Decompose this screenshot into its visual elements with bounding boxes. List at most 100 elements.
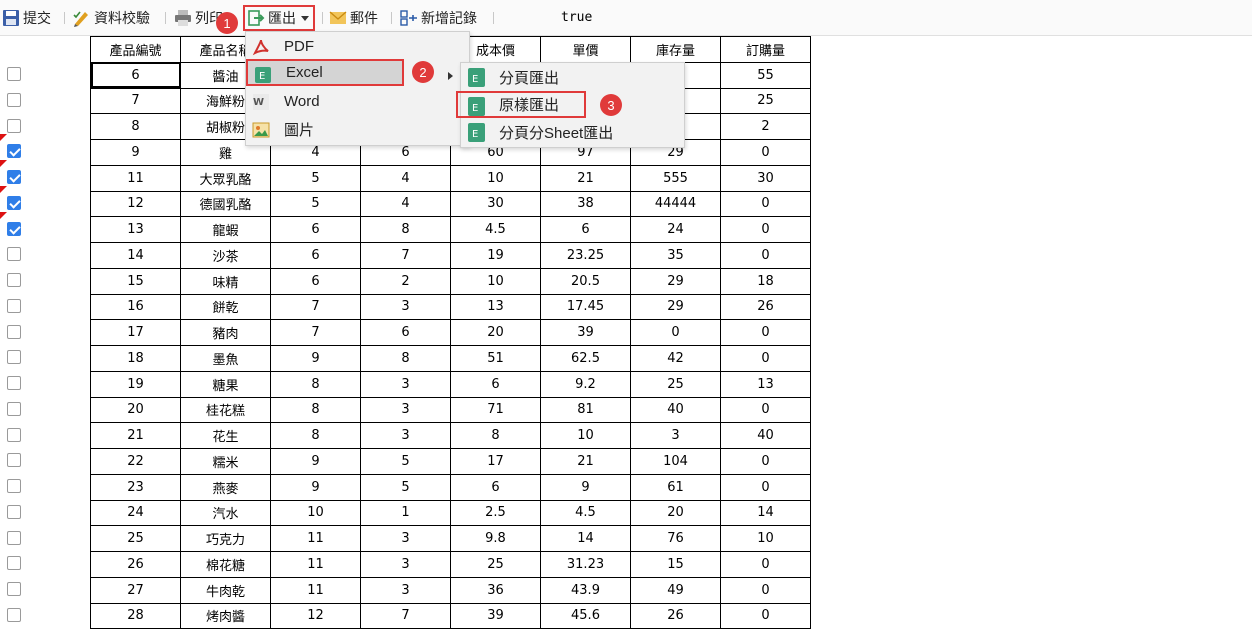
unit-price-cell[interactable]: 14 (540, 525, 631, 552)
row-checkbox[interactable] (7, 453, 21, 468)
order-qty-cell[interactable]: 25 (720, 87, 811, 115)
product-name-cell[interactable]: 巧克力 (180, 525, 271, 552)
row-checkbox[interactable] (7, 298, 21, 313)
row-checkbox[interactable] (7, 221, 21, 236)
unit-price-cell[interactable]: 31.23 (540, 551, 631, 578)
table-cell[interactable]: 6 (360, 319, 451, 346)
table-cell[interactable]: 10 (270, 499, 361, 527)
table-cell[interactable]: 5 (360, 473, 451, 501)
product-id-cell[interactable]: 8 (90, 113, 181, 140)
stock-cell[interactable]: 555 (630, 164, 721, 192)
product-id-cell[interactable]: 14 (90, 242, 181, 269)
cost-price-cell[interactable]: 25 (450, 551, 541, 578)
table-cell[interactable]: 6 (270, 216, 361, 243)
order-qty-cell[interactable]: 0 (720, 576, 811, 604)
menu-item-export-as-is[interactable]: E 原樣匯出 (456, 91, 586, 118)
cost-price-cell[interactable]: 39 (450, 602, 541, 630)
product-name-cell[interactable]: 沙茶 (180, 242, 271, 269)
cost-price-cell[interactable]: 36 (450, 576, 541, 604)
order-qty-cell[interactable]: 0 (720, 319, 811, 346)
order-qty-cell[interactable]: 30 (720, 164, 811, 192)
unit-price-cell[interactable]: 23.25 (540, 242, 631, 269)
table-cell[interactable]: 8 (360, 216, 451, 243)
product-name-cell[interactable]: 糯米 (180, 448, 271, 475)
menu-item-word[interactable]: W Word (246, 88, 469, 115)
cost-price-cell[interactable]: 6 (450, 370, 541, 398)
product-id-cell[interactable]: 13 (90, 216, 181, 243)
product-name-cell[interactable]: 墨魚 (180, 345, 271, 372)
table-cell[interactable]: 7 (270, 319, 361, 346)
product-name-cell[interactable]: 糖果 (180, 370, 271, 398)
order-qty-cell[interactable]: 0 (720, 190, 811, 218)
stock-cell[interactable]: 3 (630, 422, 721, 449)
row-checkbox[interactable] (7, 67, 21, 81)
row-checkbox[interactable] (7, 504, 21, 519)
table-cell[interactable]: 11 (270, 576, 361, 604)
product-id-cell[interactable]: 17 (90, 319, 181, 346)
product-name-cell[interactable]: 德國乳酪 (180, 190, 271, 218)
menu-item-excel[interactable]: E Excel (246, 59, 404, 86)
row-checkbox[interactable] (7, 556, 21, 571)
product-id-cell[interactable]: 22 (90, 448, 181, 475)
order-qty-cell[interactable]: 2 (720, 113, 811, 140)
stock-cell[interactable]: 44444 (630, 190, 721, 218)
product-name-cell[interactable]: 味精 (180, 267, 271, 295)
product-name-cell[interactable]: 汽水 (180, 499, 271, 527)
cost-price-cell[interactable]: 10 (450, 267, 541, 295)
menu-item-image[interactable]: 圖片 (246, 116, 469, 143)
product-id-cell[interactable]: 23 (90, 473, 181, 501)
product-id-cell[interactable]: 19 (90, 370, 181, 398)
table-cell[interactable]: 7 (360, 242, 451, 269)
row-checkbox[interactable] (7, 479, 21, 493)
product-name-cell[interactable]: 棉花糖 (180, 551, 271, 578)
menu-item-export-by-page[interactable]: E 分頁匯出 (461, 64, 684, 91)
table-cell[interactable]: 8 (270, 422, 361, 449)
product-name-cell[interactable]: 桂花糕 (180, 396, 271, 424)
table-cell[interactable]: 5 (270, 190, 361, 218)
row-checkbox[interactable] (7, 582, 21, 596)
column-header[interactable]: 庫存量 (630, 36, 721, 63)
unit-price-cell[interactable]: 38 (540, 190, 631, 218)
add-record-button[interactable]: 新增記錄 (400, 7, 477, 29)
table-cell[interactable]: 3 (360, 370, 451, 398)
order-qty-cell[interactable]: 0 (720, 242, 811, 269)
order-qty-cell[interactable]: 0 (720, 345, 811, 372)
product-id-cell[interactable]: 18 (90, 345, 181, 372)
table-cell[interactable]: 7 (270, 293, 361, 321)
row-checkbox[interactable] (7, 427, 21, 442)
table-cell[interactable]: 3 (360, 293, 451, 321)
unit-price-cell[interactable]: 10 (540, 422, 631, 449)
product-id-cell[interactable]: 27 (90, 576, 181, 604)
product-name-cell[interactable]: 龍蝦 (180, 216, 271, 243)
stock-cell[interactable]: 29 (630, 293, 721, 321)
stock-cell[interactable]: 76 (630, 525, 721, 552)
unit-price-cell[interactable]: 45.6 (540, 602, 631, 630)
row-checkbox[interactable] (7, 350, 21, 365)
cost-price-cell[interactable]: 71 (450, 396, 541, 424)
order-qty-cell[interactable]: 26 (720, 293, 811, 321)
product-id-cell[interactable]: 11 (90, 164, 181, 192)
product-id-cell[interactable]: 26 (90, 551, 181, 578)
column-header[interactable]: 訂購量 (720, 36, 811, 63)
product-id-cell[interactable]: 20 (90, 396, 181, 424)
product-name-cell[interactable]: 餅乾 (180, 293, 271, 321)
stock-cell[interactable]: 49 (630, 576, 721, 604)
table-cell[interactable]: 8 (270, 370, 361, 398)
table-cell[interactable]: 12 (270, 602, 361, 630)
product-name-cell[interactable]: 牛肉乾 (180, 576, 271, 604)
stock-cell[interactable]: 15 (630, 551, 721, 578)
unit-price-cell[interactable]: 21 (540, 448, 631, 475)
cost-price-cell[interactable]: 4.5 (450, 216, 541, 243)
product-id-cell[interactable]: 15 (90, 267, 181, 295)
table-cell[interactable]: 1 (360, 499, 451, 527)
unit-price-cell[interactable]: 9 (540, 473, 631, 501)
unit-price-cell[interactable]: 62.5 (540, 345, 631, 372)
order-qty-cell[interactable]: 0 (720, 139, 811, 166)
table-cell[interactable]: 9 (270, 345, 361, 372)
table-cell[interactable]: 8 (270, 396, 361, 424)
table-cell[interactable]: 4 (360, 190, 451, 218)
stock-cell[interactable]: 42 (630, 345, 721, 372)
table-cell[interactable]: 4 (360, 164, 451, 192)
cost-price-cell[interactable]: 2.5 (450, 499, 541, 527)
row-checkbox[interactable] (7, 401, 21, 416)
